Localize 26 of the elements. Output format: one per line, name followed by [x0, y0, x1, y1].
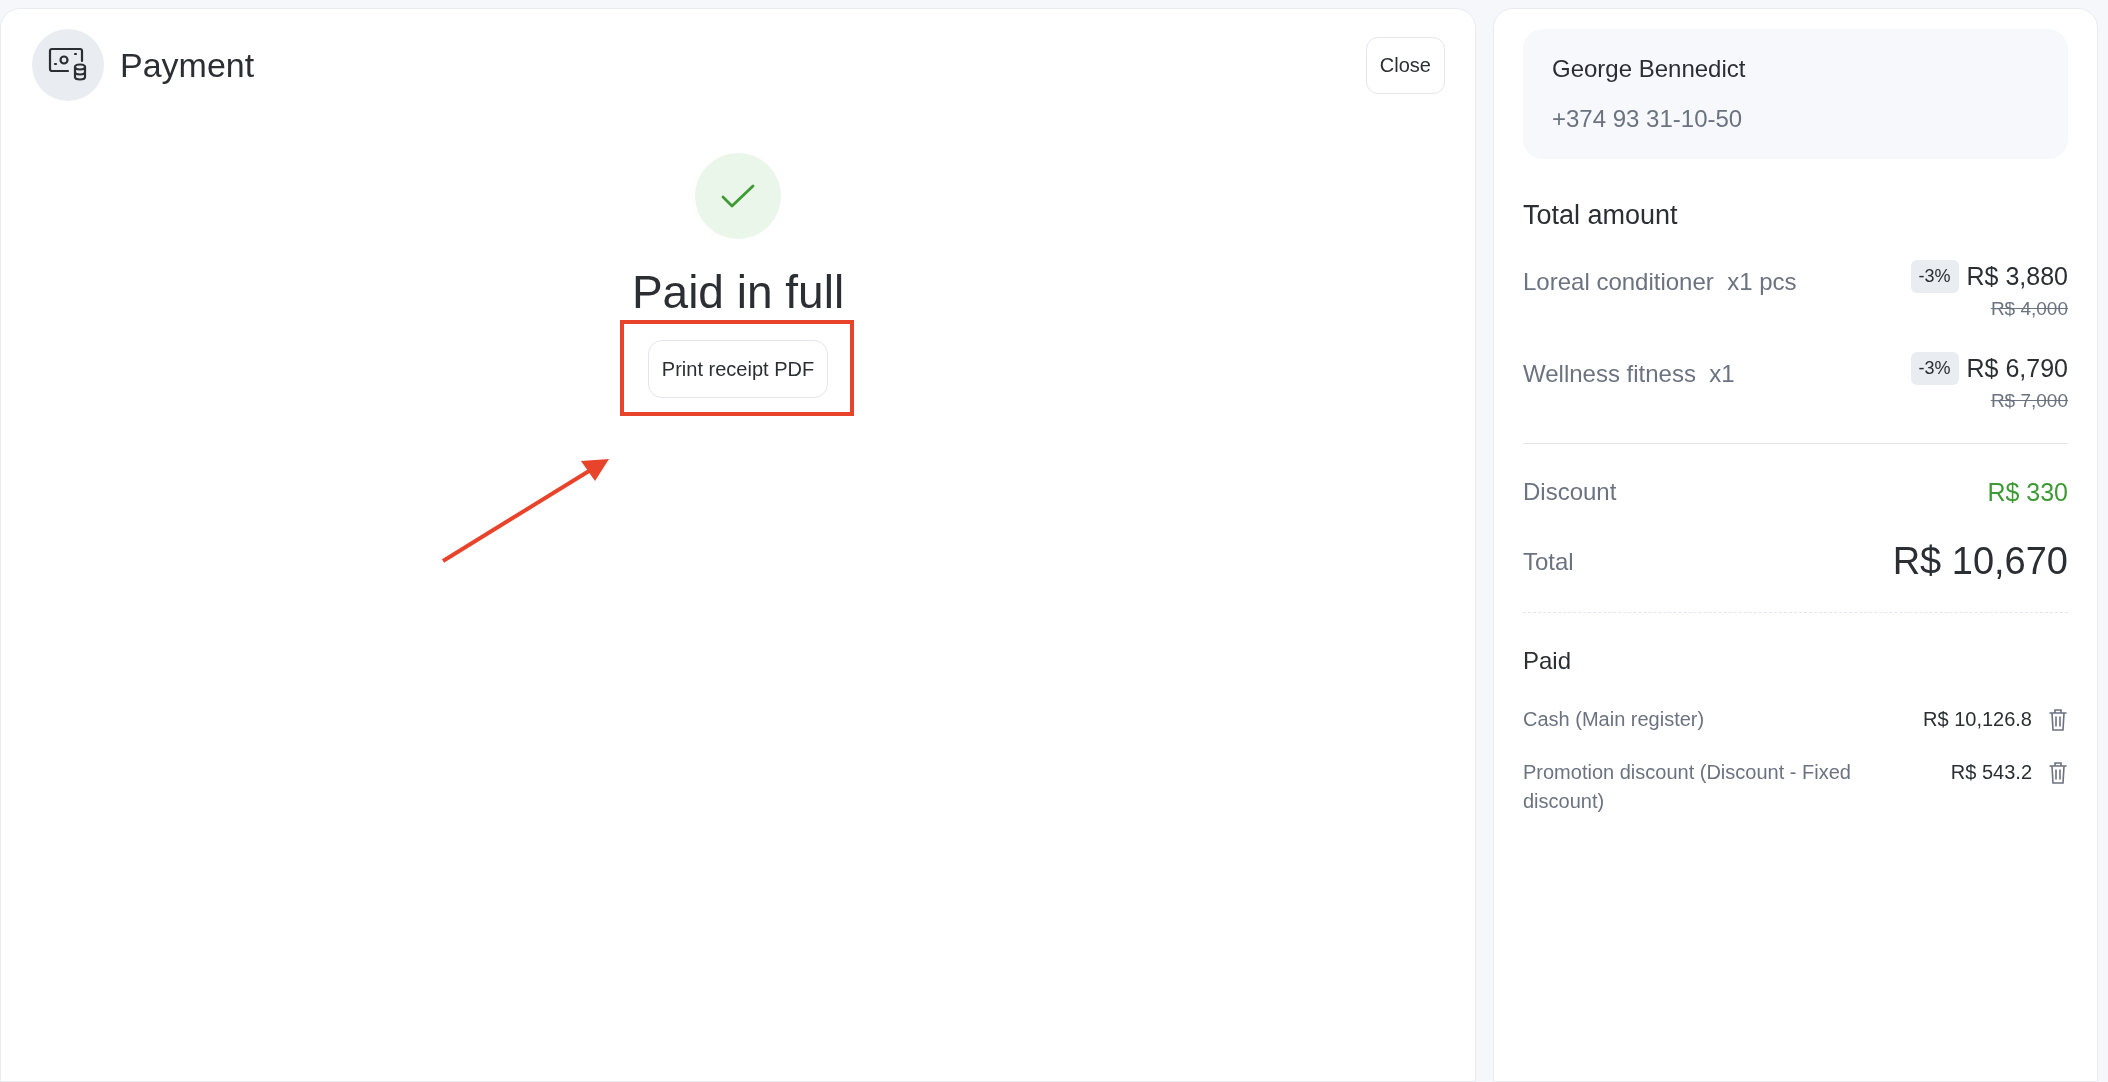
- payment-method: Promotion discount (Discount - Fixed discount): [1523, 760, 1852, 814]
- total-label: Total: [1523, 546, 1574, 577]
- close-button[interactable]: Close: [1365, 36, 1445, 94]
- trash-icon[interactable]: [2048, 760, 2068, 785]
- item-name: Loreal conditioner x1 pcs: [1523, 266, 1797, 297]
- discount-badge: -3%: [1910, 259, 1959, 293]
- item-price: R$ 3,880: [1966, 260, 2068, 292]
- old-price: R$ 7,000: [1990, 389, 2068, 413]
- section-heading: Paid: [1523, 646, 1573, 676]
- section-heading: Total amount: [1523, 199, 1679, 232]
- old-price: R$ 4,000: [1990, 297, 2068, 321]
- item-price: R$ 6,790: [1966, 352, 2068, 384]
- total-value: R$ 10,670: [1892, 539, 2068, 584]
- customer-phone: +374 93 31-10-50: [1552, 104, 1744, 134]
- status-title: Paid in full: [631, 265, 845, 320]
- print-receipt-button[interactable]: Print receipt PDF: [647, 339, 829, 398]
- payment-amount: R$ 10,126.8: [1923, 707, 2032, 732]
- customer-name: George Bennedict: [1552, 54, 1747, 84]
- discount-value: R$ 330: [1987, 476, 2068, 508]
- payment-amount: R$ 543.2: [1950, 760, 2032, 785]
- trash-icon[interactable]: [2048, 707, 2068, 732]
- item-name: Wellness fitness x1: [1523, 358, 1735, 389]
- discount-badge: -3%: [1910, 351, 1959, 385]
- discount-label: Discount: [1523, 477, 1617, 508]
- panel-title: Payment: [120, 44, 255, 86]
- payment-method: Cash (Main register): [1523, 707, 1706, 732]
